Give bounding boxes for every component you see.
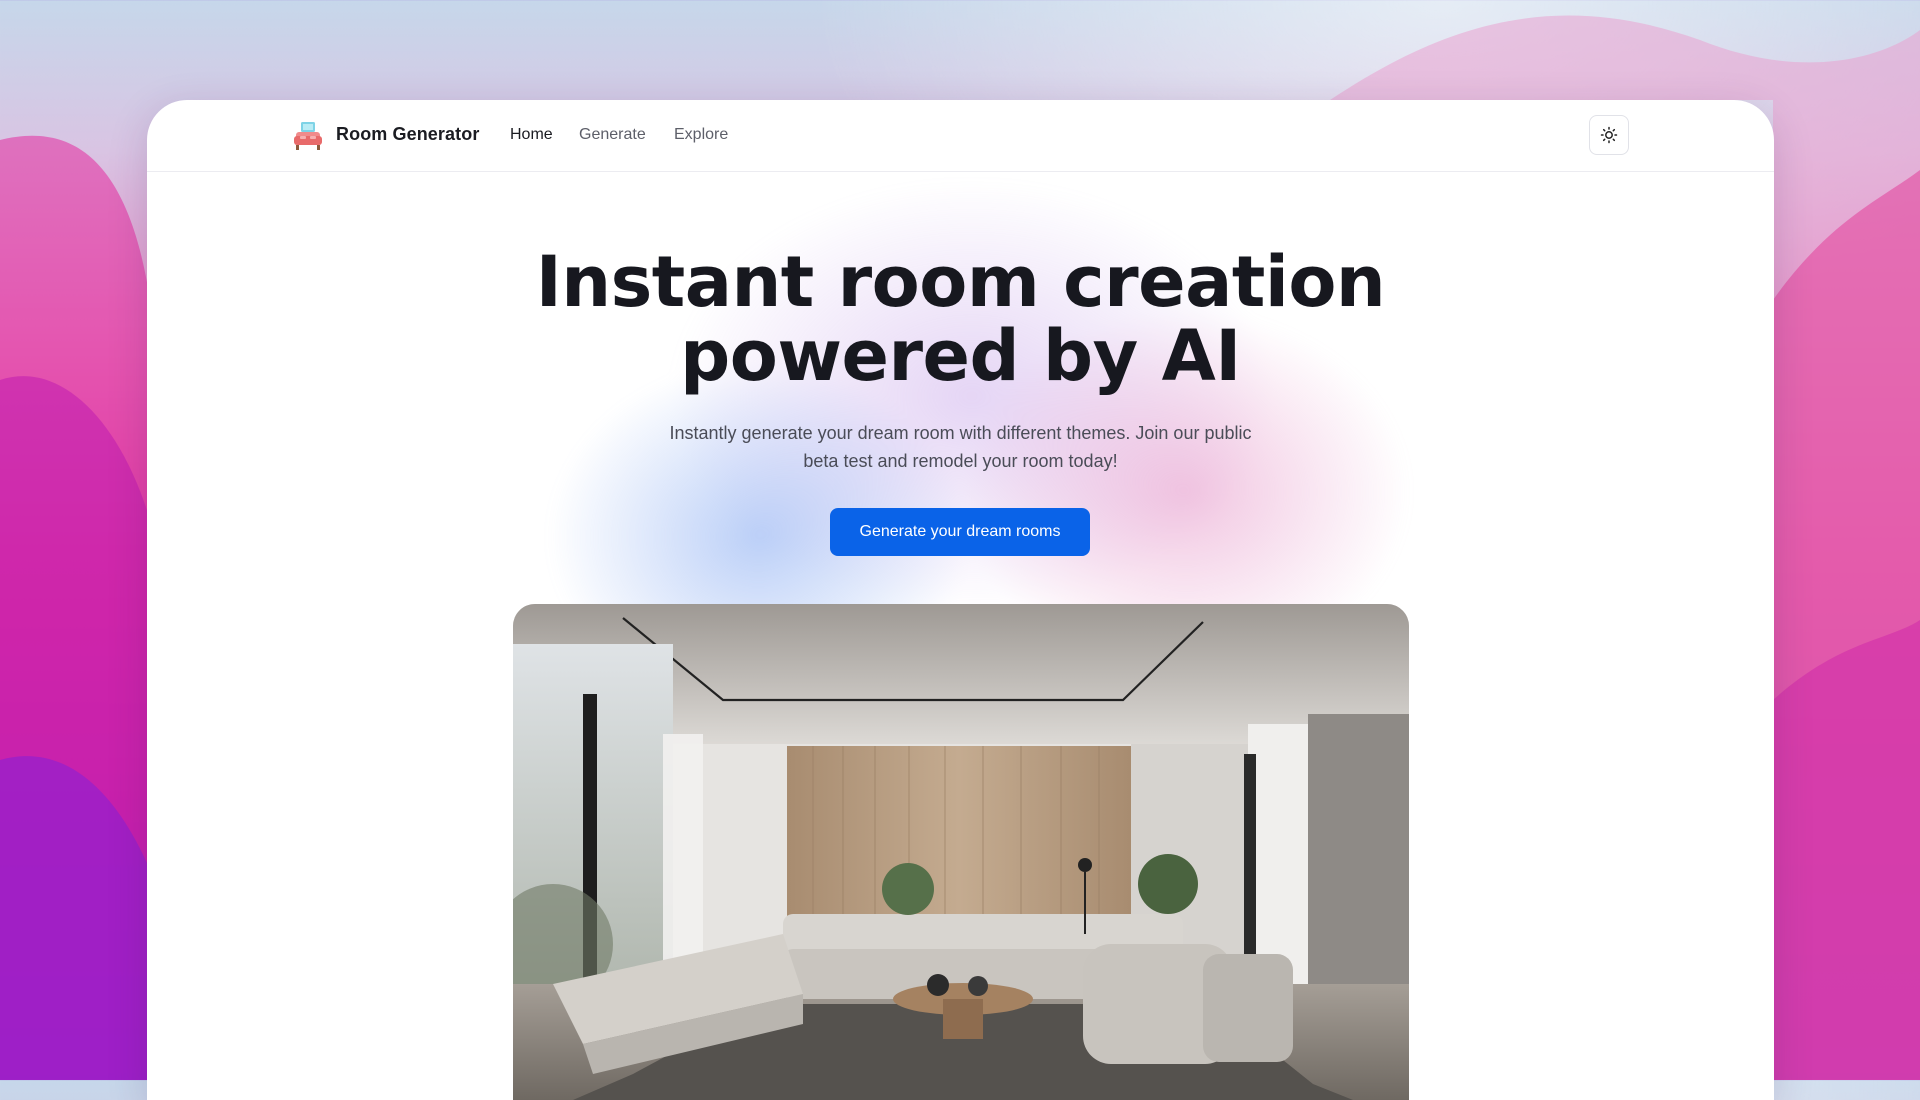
nav-explore[interactable]: Explore [674, 126, 728, 144]
browser-window: Room Generator Home Generate Explore Ins… [147, 100, 1774, 1100]
hero-title-line-1: Instant room creation [535, 241, 1386, 323]
navbar: Room Generator Home Generate Explore [147, 100, 1774, 172]
sun-icon [1600, 126, 1618, 144]
room-preview-image [513, 604, 1409, 1100]
app-title[interactable]: Room Generator [336, 124, 479, 145]
generate-rooms-button[interactable]: Generate your dream rooms [830, 508, 1090, 556]
hero-subtitle: Instantly generate your dream room with … [669, 423, 1252, 471]
nav-home[interactable]: Home [510, 126, 553, 144]
theme-toggle-button[interactable] [1589, 115, 1629, 155]
nav-generate[interactable]: Generate [579, 126, 646, 144]
living-room-illustration [513, 604, 1409, 1100]
hero-title: Instant room creation powered by AI [147, 245, 1774, 393]
hero-title-line-2: powered by AI [680, 315, 1241, 397]
sofa-icon[interactable] [291, 119, 325, 153]
